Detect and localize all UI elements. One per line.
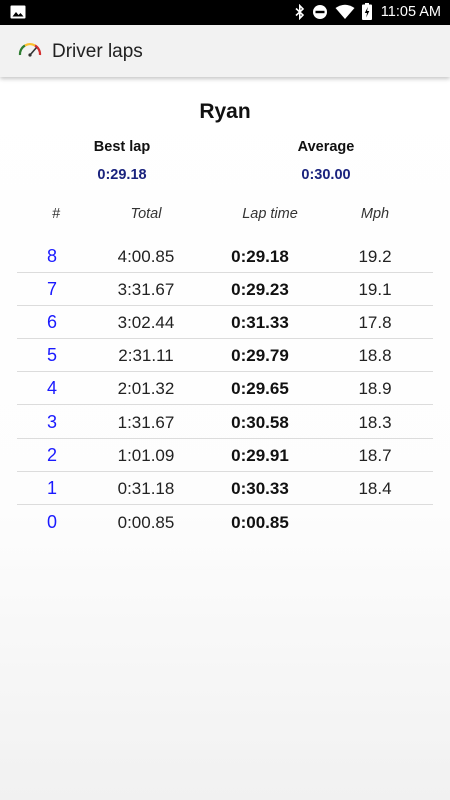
lap-row: 4 2:01.32 0:29.65 18.9 xyxy=(17,371,433,405)
lap-time: 0:30.58 xyxy=(231,413,289,432)
lap-time: 0:29.91 xyxy=(231,446,289,465)
lap-total: 3:31.67 xyxy=(117,280,175,299)
lap-number: 4 xyxy=(46,378,57,398)
lap-row: 0 0:00.85 0:00.85 xyxy=(17,505,433,538)
image-icon xyxy=(10,5,26,19)
column-header-total: Total xyxy=(130,206,162,222)
lap-total: 3:02.44 xyxy=(117,313,175,332)
bluetooth-icon xyxy=(295,3,304,20)
driver-name: Ryan xyxy=(199,100,251,123)
lap-number: 5 xyxy=(46,345,57,365)
driver-laps-content: Ryan Best lap 0:29.18 Average 0:30.00 # … xyxy=(0,77,450,800)
lap-mph: 17.8 xyxy=(358,313,392,332)
wifi-icon xyxy=(335,4,355,19)
lap-time: 0:29.18 xyxy=(231,247,289,266)
lap-number: 6 xyxy=(46,312,57,332)
lap-total: 2:31.11 xyxy=(118,346,174,365)
lap-row: 7 3:31.67 0:29.23 19.1 xyxy=(17,272,433,306)
best-lap-value: 0:29.18 xyxy=(97,167,147,183)
lap-row: 8 4:00.85 0:29.18 19.2 xyxy=(17,239,433,273)
app-bar: Driver laps xyxy=(0,25,450,77)
lap-time: 0:00.85 xyxy=(231,513,289,532)
battery-charging-icon xyxy=(361,3,372,20)
lap-total: 0:00.85 xyxy=(117,513,175,532)
lap-number: 0 xyxy=(46,512,57,532)
column-header-number: # xyxy=(51,206,61,222)
lap-time: 0:29.65 xyxy=(231,379,289,398)
lap-number: 3 xyxy=(46,412,57,432)
column-header-mph: Mph xyxy=(360,206,390,222)
lap-row: 2 1:01.09 0:29.91 18.7 xyxy=(17,438,433,472)
lap-mph: 18.4 xyxy=(358,479,392,498)
do-not-disturb-icon xyxy=(312,4,327,19)
average-label: Average xyxy=(297,139,355,155)
status-time: 11:05 AM xyxy=(380,3,441,20)
lap-total: 2:01.32 xyxy=(117,379,175,398)
lap-total: 4:00.85 xyxy=(117,247,175,266)
lap-mph: 18.9 xyxy=(358,379,392,398)
lap-mph: 18.7 xyxy=(358,446,392,465)
lap-number: 7 xyxy=(46,279,57,299)
average-value: 0:30.00 xyxy=(301,167,351,183)
app-title: Driver laps xyxy=(52,41,143,62)
lap-mph: 18.8 xyxy=(358,346,392,365)
lap-row: 5 2:31.11 0:29.79 18.8 xyxy=(17,338,433,372)
lap-time: 0:29.23 xyxy=(231,280,289,299)
column-header-lap-time: Lap time xyxy=(242,206,298,222)
lap-row: 1 0:31.18 0:30.33 18.4 xyxy=(17,471,433,505)
lap-mph: 19.1 xyxy=(358,280,392,299)
lap-number: 1 xyxy=(46,478,57,498)
lap-number: 2 xyxy=(46,445,57,465)
lap-total: 1:31.67 xyxy=(117,413,175,432)
lap-row: 6 3:02.44 0:31.33 17.8 xyxy=(17,305,433,339)
speedometer-icon xyxy=(18,43,42,57)
best-lap-label: Best lap xyxy=(93,139,151,155)
lap-time: 0:31.33 xyxy=(231,313,289,332)
status-bar: 11:05 AM xyxy=(0,0,450,25)
lap-total: 1:01.09 xyxy=(117,446,175,465)
lap-mph: 19.2 xyxy=(358,247,392,266)
lap-row: 3 1:31.67 0:30.58 18.3 xyxy=(17,405,433,439)
lap-mph: 18.3 xyxy=(358,413,392,432)
lap-time: 0:30.33 xyxy=(231,479,289,498)
lap-total: 0:31.18 xyxy=(117,479,175,498)
lap-time: 0:29.79 xyxy=(231,346,289,365)
lap-number: 8 xyxy=(46,246,57,266)
